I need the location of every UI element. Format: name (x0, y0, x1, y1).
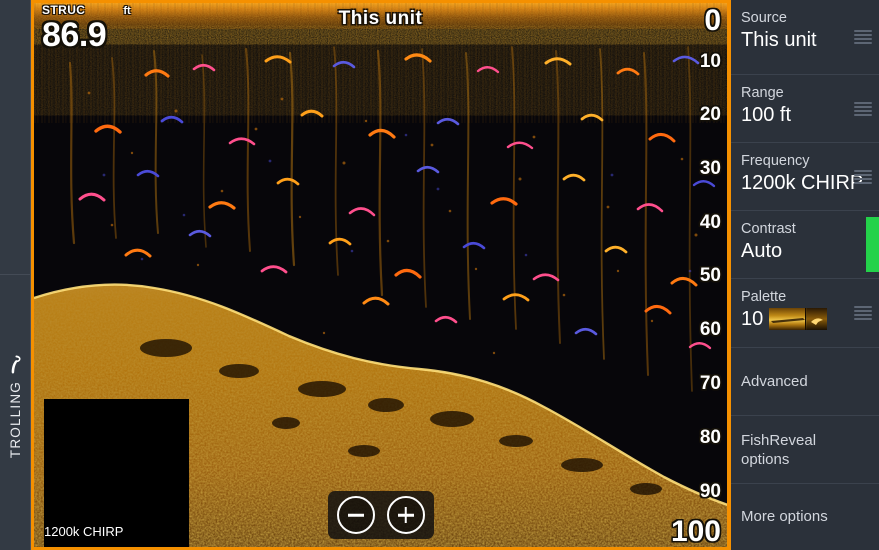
rail-divider (0, 274, 30, 275)
slider-grip-icon[interactable] (854, 100, 872, 118)
trolling-mode-label: TROLLING (7, 381, 23, 459)
slider-grip-icon[interactable] (854, 168, 872, 186)
menu-item-palette-value: 10 (741, 308, 764, 331)
slider-grip-icon[interactable] (854, 28, 872, 46)
palette-swatch-icon (769, 307, 828, 330)
menu-item-more-options[interactable]: More options (731, 484, 879, 550)
sonar-view-panel[interactable]: STRUC ft 86.9 This unit 0 10 20 30 40 50… (31, 0, 731, 550)
contrast-level-bar[interactable] (866, 217, 879, 272)
settings-menu-panel: Source This unit Range 100 ft Frequency … (731, 0, 879, 550)
zoom-out-button[interactable] (336, 496, 375, 534)
zoom-controls (327, 491, 434, 539)
menu-item-palette[interactable]: Palette 10 (731, 279, 879, 348)
menu-item-range[interactable]: Range 100 ft (731, 75, 879, 143)
sonar-imagery-svg (34, 3, 727, 547)
menu-item-contrast-value: Auto (741, 240, 783, 263)
menu-item-fishreveal-options[interactable]: FishReveal options (731, 416, 879, 484)
menu-item-source-label: Source (741, 10, 787, 26)
menu-item-more-options-label: More options (741, 508, 828, 526)
trolling-motor-icon (11, 355, 21, 374)
zoom-in-button[interactable] (386, 496, 425, 534)
menu-item-fishreveal-label-line1: FishReveal (741, 431, 817, 449)
menu-item-advanced-label: Advanced (741, 372, 808, 390)
left-mode-rail: TROLLING (0, 0, 31, 550)
sonar-image (34, 3, 727, 547)
menu-item-frequency[interactable]: Frequency 1200k CHIRP (731, 143, 879, 211)
menu-item-source[interactable]: Source This unit (731, 0, 879, 75)
menu-item-advanced[interactable]: Advanced (731, 348, 879, 416)
menu-item-contrast-label: Contrast (741, 221, 796, 237)
sonar-application-window: TROLLING STRUC ft 86.9 This unit 0 10 20… (0, 0, 879, 550)
trolling-mode-button[interactable]: TROLLING (0, 355, 30, 458)
menu-item-fishreveal-label-line2: options (741, 451, 790, 468)
menu-item-contrast[interactable]: Contrast Auto (731, 211, 879, 279)
slider-grip-icon[interactable] (854, 304, 872, 322)
